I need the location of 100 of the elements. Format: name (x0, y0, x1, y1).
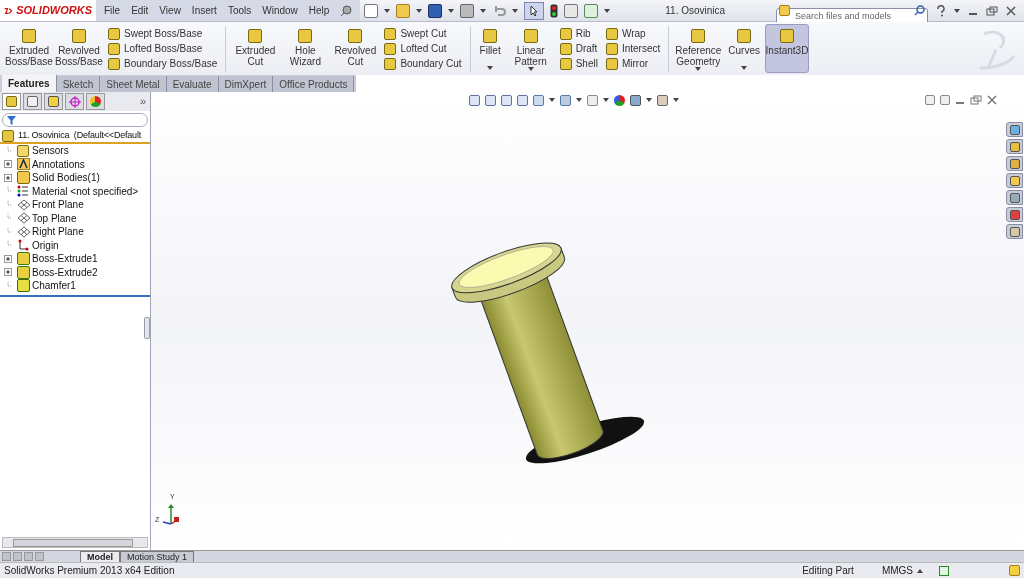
command-tab[interactable]: DimXpert (218, 76, 274, 92)
ribbon-command[interactable]: Rib (559, 26, 598, 41)
caret-icon[interactable] (384, 8, 391, 13)
caret-icon[interactable] (603, 98, 609, 102)
select-button[interactable] (524, 1, 545, 20)
ribbon-command[interactable]: Hole Wizard (280, 24, 331, 73)
caret-icon[interactable] (576, 98, 582, 102)
menu-item[interactable]: Window (262, 3, 298, 18)
task-pane-tab[interactable] (1006, 122, 1023, 137)
tree-item[interactable]: Annotations (32, 156, 85, 172)
task-pane-tab[interactable] (1006, 156, 1023, 171)
restore-icon[interactable] (970, 95, 982, 105)
bottom-tab[interactable]: Motion Study 1 (120, 550, 195, 563)
traffic-light-icon[interactable] (550, 3, 559, 18)
panel-splitter-handle[interactable] (144, 316, 150, 339)
menu-item[interactable]: Tools (227, 3, 252, 18)
tree-item[interactable]: Origin (32, 237, 59, 253)
tree-item[interactable]: Right Plane (32, 224, 84, 240)
caret-icon[interactable] (416, 8, 423, 13)
menu-item[interactable]: Insert (191, 3, 217, 18)
ribbon-command[interactable]: Revolved Boss/Base (54, 24, 104, 73)
expand-toggle-icon[interactable] (4, 160, 12, 169)
caret-icon[interactable] (480, 8, 487, 13)
ribbon-command[interactable]: Lofted Boss/Base (108, 41, 218, 56)
ribbon-command[interactable]: Boundary Boss/Base (108, 56, 218, 71)
tree-item[interactable]: Boss-Extrude2 (32, 264, 98, 280)
filter-field[interactable] (2, 113, 148, 127)
units-selector[interactable]: MMGS (881, 563, 913, 578)
close-icon[interactable] (987, 95, 997, 105)
caret-icon[interactable] (448, 8, 455, 13)
task-pane-tab[interactable] (1006, 173, 1023, 188)
document-title: 11. Osovinica (665, 4, 726, 18)
horizontal-scrollbar[interactable] (2, 537, 148, 548)
tree-item[interactable]: Front Plane (32, 197, 84, 213)
caret-icon[interactable] (487, 66, 494, 70)
plane-icon (17, 225, 31, 238)
ribbon-command[interactable]: Wrap (605, 26, 661, 41)
ribbon-command[interactable]: Mirror (605, 56, 661, 71)
tree-item[interactable]: Sensors (32, 143, 69, 159)
command-tab[interactable]: Evaluate (166, 76, 219, 92)
tree-root[interactable]: 11. Osovinica (Default<<Default (18, 128, 141, 143)
menu-item[interactable]: Help (308, 3, 330, 18)
ribbon-command[interactable]: Extruded Boss/Base (4, 24, 54, 73)
ribbon-command[interactable]: Revolved Cut (330, 24, 381, 73)
menu-item[interactable]: View (159, 3, 181, 18)
ribbon-command[interactable]: Intersect (605, 41, 661, 56)
close-icon[interactable] (1006, 5, 1016, 16)
task-pane-tab[interactable] (1006, 139, 1023, 154)
bottom-tab[interactable]: Model (80, 550, 120, 563)
tree-item[interactable]: Material <not specified> (32, 183, 139, 199)
configuration-tab[interactable] (44, 93, 63, 110)
display-manager-tab[interactable] (86, 93, 105, 110)
caret-icon[interactable] (695, 67, 702, 71)
command-tab[interactable]: Sketch (56, 76, 101, 92)
ribbon-command[interactable]: Draft (559, 41, 598, 56)
dimxpert-tab[interactable] (65, 93, 84, 110)
tree-item[interactable]: Chamfer1 (32, 278, 76, 294)
expand-button[interactable]: » (139, 93, 148, 110)
menu-item[interactable]: Edit (131, 3, 149, 18)
ribbon-command[interactable]: Extruded Cut (230, 24, 281, 73)
caret-icon[interactable] (512, 8, 519, 13)
caret-icon[interactable] (673, 98, 679, 102)
task-pane-tab[interactable] (1006, 190, 1023, 205)
expand-toggle-icon[interactable] (4, 254, 12, 263)
ribbon-command[interactable]: Reference Geometry (673, 24, 724, 73)
plane-icon (17, 198, 31, 211)
restore-icon[interactable] (986, 5, 998, 16)
command-tab[interactable]: Sheet Metal (100, 76, 167, 92)
ribbon-command[interactable]: Swept Cut (384, 26, 462, 41)
command-tab[interactable]: Features (2, 75, 57, 92)
task-pane-tab[interactable] (1006, 224, 1023, 239)
caret-icon[interactable] (549, 98, 555, 102)
property-manager-tab[interactable] (23, 93, 42, 110)
caret-icon[interactable] (741, 66, 748, 70)
ribbon-command[interactable]: Curves (723, 24, 765, 73)
app-logo: SOLIDWORKS (16, 3, 92, 19)
ribbon-command[interactable]: Shell (559, 56, 598, 71)
menu-item[interactable]: File (104, 3, 121, 18)
tree-item[interactable]: Boss-Extrude1 (32, 251, 98, 267)
ribbon-command[interactable]: Swept Boss/Base (108, 26, 218, 41)
ribbon-command[interactable]: Boundary Cut (384, 56, 462, 71)
ribbon-command[interactable]: Fillet (474, 24, 506, 73)
command-tab[interactable]: Office Products (273, 76, 355, 92)
task-pane-tab[interactable] (1006, 207, 1023, 222)
caret-icon[interactable] (954, 8, 960, 13)
ribbon-command[interactable]: Instant3D (764, 24, 809, 73)
ribbon-command[interactable]: Linear Pattern (505, 24, 556, 73)
tree-item[interactable]: Top Plane (32, 210, 77, 226)
expand-toggle-icon[interactable] (4, 268, 12, 277)
ribbon-command[interactable]: Lofted Cut (384, 41, 462, 56)
expand-toggle-icon[interactable] (4, 173, 12, 182)
crosshair-icon (68, 95, 81, 108)
caret-icon[interactable] (527, 67, 534, 71)
caret-icon[interactable] (604, 8, 611, 13)
caret-up-icon[interactable] (917, 568, 923, 573)
search-icon[interactable] (914, 5, 925, 16)
feature-manager-tab[interactable] (2, 93, 21, 110)
caret-icon[interactable] (646, 98, 652, 102)
tree-item[interactable]: Solid Bodies(1) (32, 170, 100, 186)
scroll-thumb[interactable] (13, 538, 133, 547)
